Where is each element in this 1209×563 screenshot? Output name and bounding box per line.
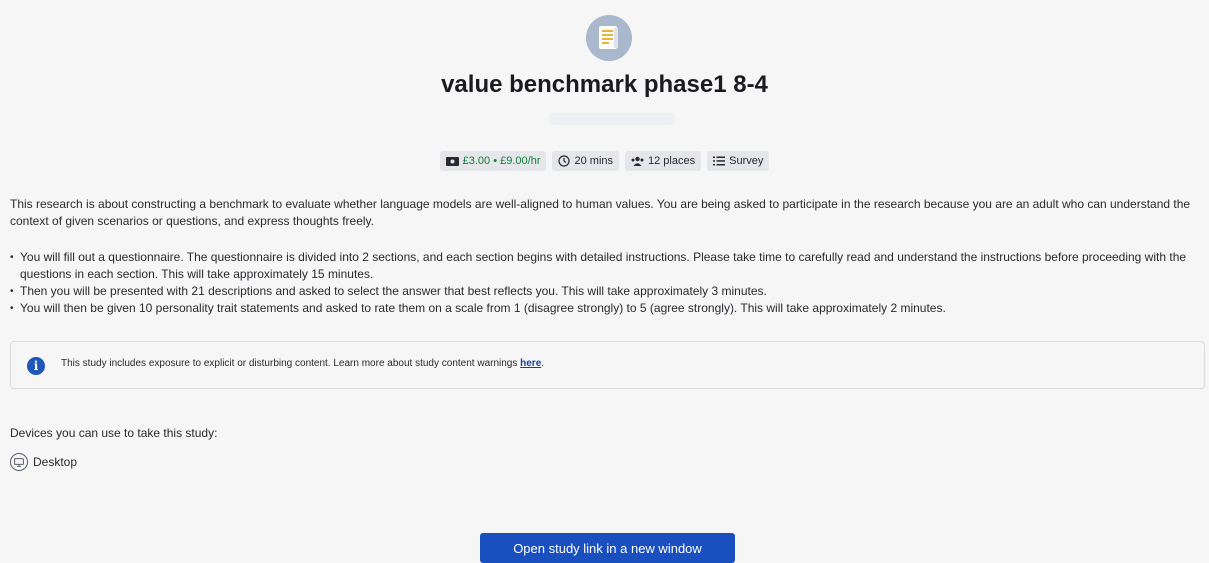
- device-label: Desktop: [33, 455, 78, 469]
- places-text: 12 places: [648, 155, 696, 167]
- clock-icon: [558, 155, 571, 167]
- content-warning-box: i This study includes exposure to explic…: [10, 341, 1205, 389]
- reward-text: £3.00 • £9.00/hr: [462, 155, 541, 167]
- type-badge: Survey: [707, 151, 770, 171]
- study-header: value benchmark phase1 8-4: [0, 0, 1209, 160]
- study-document-icon: [586, 15, 632, 61]
- study-badges: £3.00 • £9.00/hr 20 mins 12 places Surve…: [0, 151, 1209, 171]
- content-warning-link[interactable]: here: [520, 358, 541, 369]
- type-text: Survey: [729, 155, 764, 167]
- desktop-icon: [10, 453, 28, 471]
- device-item-desktop: Desktop: [10, 453, 77, 471]
- study-steps-list: You will fill out a questionnaire. The q…: [10, 249, 1202, 317]
- content-warning-text: This study includes exposure to explicit…: [61, 357, 544, 371]
- users-icon: [631, 156, 644, 166]
- warning-message: This study includes exposure to explicit…: [61, 358, 521, 369]
- open-study-link-button[interactable]: Open study link in a new window: [480, 533, 735, 563]
- devices-label: Devices you can use to take this study:: [10, 426, 218, 440]
- list-item: Then you will be presented with 21 descr…: [10, 283, 1202, 300]
- duration-text: 20 mins: [574, 155, 614, 167]
- list-item: You will then be given 10 personality tr…: [10, 300, 1202, 317]
- researcher-name-placeholder: [548, 113, 676, 125]
- reward-badge: £3.00 • £9.00/hr: [439, 151, 547, 171]
- description-text: This research is about constructing a be…: [10, 197, 1191, 228]
- list-icon: [713, 156, 726, 166]
- info-icon: i: [27, 357, 45, 375]
- duration-badge: 20 mins: [552, 151, 620, 171]
- list-item: You will fill out a questionnaire. The q…: [10, 249, 1202, 283]
- warning-suffix: .: [541, 358, 545, 369]
- places-badge: 12 places: [625, 151, 702, 171]
- study-description: This research is about constructing a be…: [10, 196, 1202, 230]
- study-title: value benchmark phase1 8-4: [441, 71, 768, 98]
- money-icon: [445, 156, 459, 166]
